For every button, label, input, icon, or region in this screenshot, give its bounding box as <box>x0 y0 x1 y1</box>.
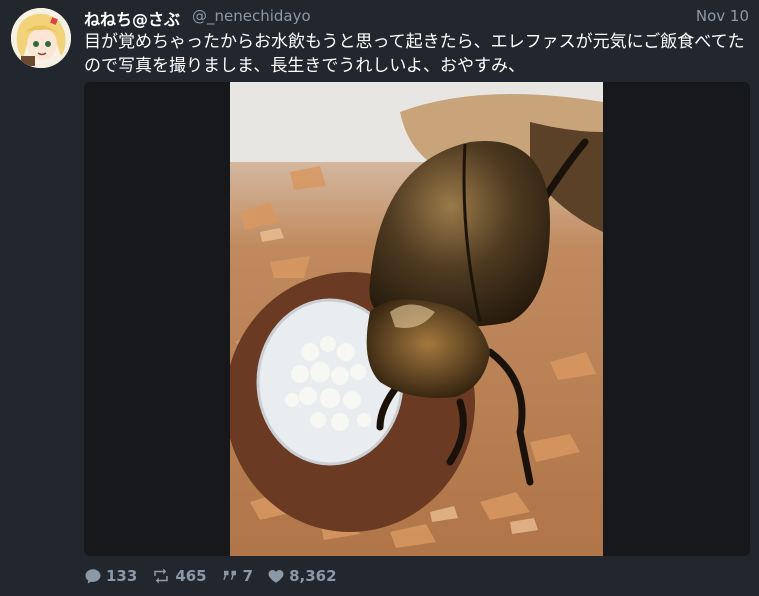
quote-count: 7 <box>242 567 254 585</box>
reply-count: 133 <box>106 567 138 585</box>
like-count: 8,362 <box>289 567 337 585</box>
tweet-date[interactable]: Nov 10 <box>696 7 749 25</box>
tweet-media[interactable] <box>84 82 750 556</box>
reply-icon <box>85 569 101 584</box>
like-button[interactable]: 8,362 <box>267 567 337 585</box>
tweet-header: ねねち@さぶ @_nenechidayo Nov 10 <box>84 4 754 30</box>
display-name[interactable]: ねねち@さぶ <box>84 6 180 30</box>
reply-button[interactable]: 133 <box>84 567 137 585</box>
retweet-icon <box>154 568 169 584</box>
user-handle[interactable]: @_nenechidayo <box>192 7 311 25</box>
avatar-image <box>11 8 71 68</box>
tweet-text: 目が覚めちゃったからお水飲もうと思って起きたら、エレファスが元気にご飯食べてたの… <box>84 32 745 76</box>
retweet-count: 465 <box>175 567 207 585</box>
quote-icon <box>222 570 236 580</box>
heart-icon <box>268 570 284 583</box>
retweet-button[interactable]: 465 <box>151 567 207 585</box>
avatar[interactable] <box>11 8 71 68</box>
beetle-photo[interactable] <box>230 82 603 556</box>
tweet-actions: 133 465 7 8,362 <box>84 566 351 586</box>
quote-button[interactable]: 7 <box>221 567 253 585</box>
